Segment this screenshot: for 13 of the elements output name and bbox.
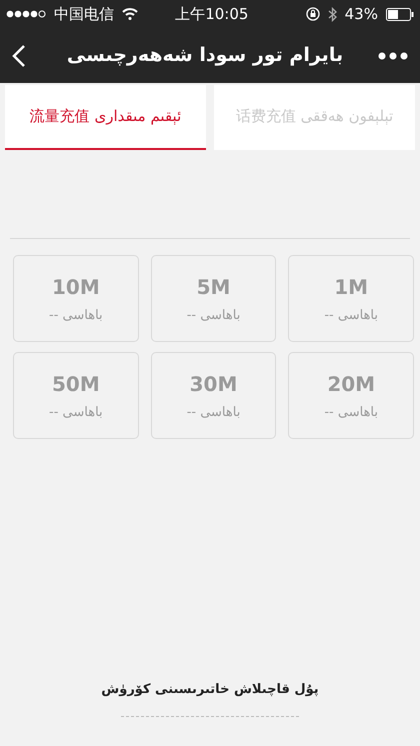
page-title: بايرام تور سودا شەھەرچىسى (66, 43, 344, 68)
tab[interactable]: ئېقىم مىقدارى 流量充值 (5, 85, 206, 150)
back-icon[interactable] (12, 44, 26, 68)
carrier-name: 中国电信 (54, 4, 114, 25)
battery-percent: 43% (344, 4, 378, 25)
recharge-history-link[interactable]: پۇل قاچىلاش خاتىرىسىنى كۆرۈش (101, 680, 319, 700)
more-icon[interactable] (378, 52, 408, 60)
signal-icon (6, 10, 46, 18)
battery-icon (386, 8, 414, 20)
bluetooth-icon (328, 6, 337, 22)
rotation-lock-icon (306, 7, 320, 21)
wifi-icon (122, 8, 138, 20)
clock-time: 上午10:05 (175, 4, 248, 25)
